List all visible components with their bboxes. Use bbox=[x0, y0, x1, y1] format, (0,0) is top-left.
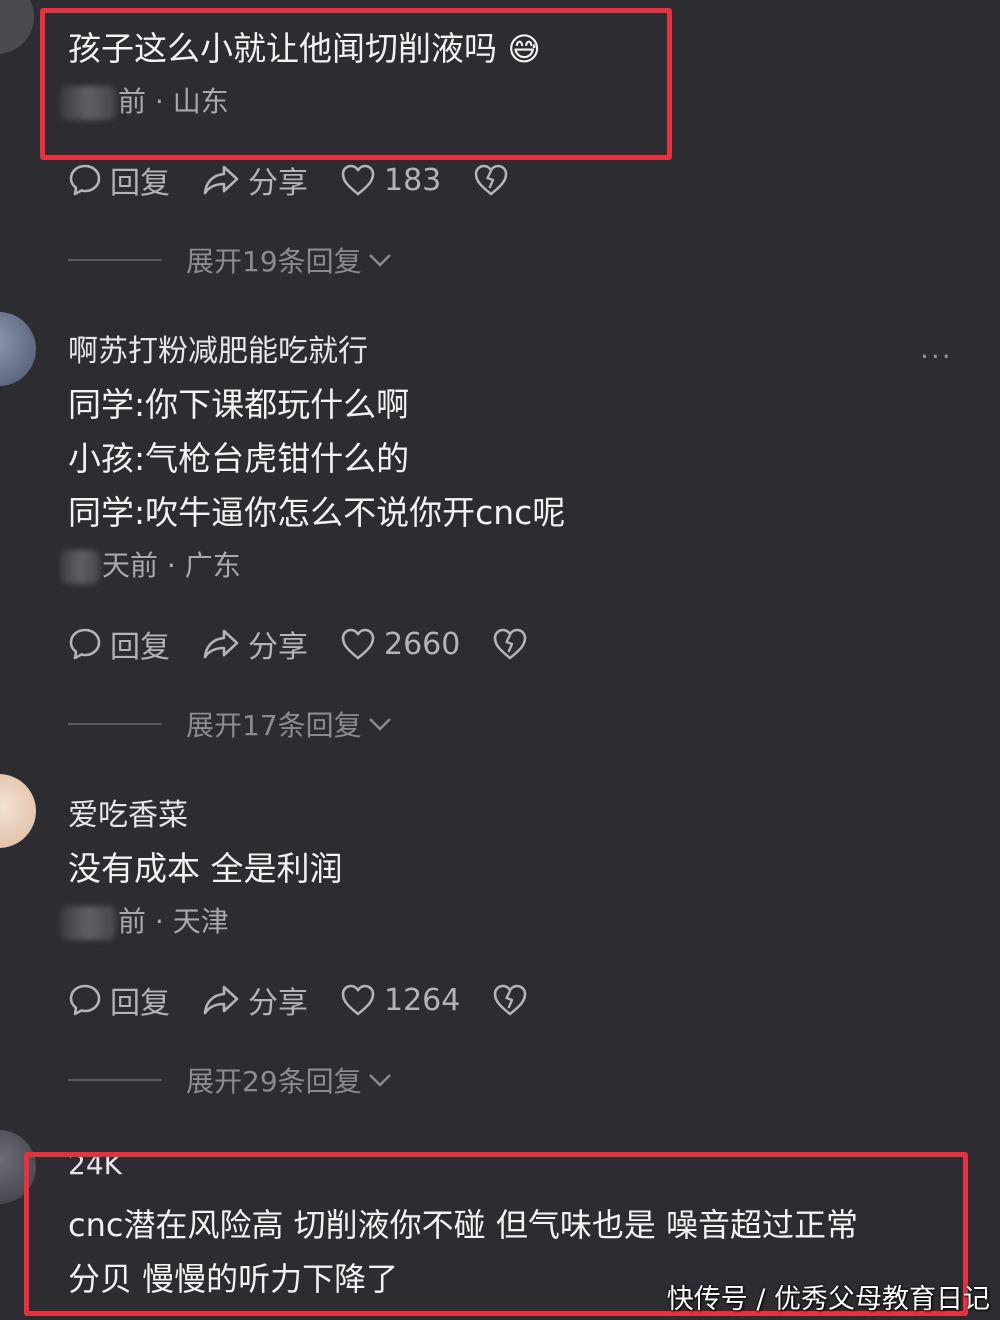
divider bbox=[68, 259, 162, 261]
divider bbox=[68, 723, 162, 725]
comment-text-line: 同学:吹牛逼你怎么不说你开cnc呢 bbox=[68, 493, 566, 532]
comment-text-line: 分贝 慢慢的听力下降了 bbox=[68, 1260, 399, 1298]
share-arrow-icon bbox=[203, 165, 239, 195]
comment-text-line: 同学:你下课都玩什么啊 bbox=[68, 385, 410, 424]
dislike-button[interactable] bbox=[492, 627, 536, 661]
comment-text: 孩子这么小就让他闻切削液吗 😅 bbox=[68, 29, 541, 68]
grin-sweat-emoji-icon: 😅 bbox=[507, 30, 541, 68]
blurred-time bbox=[60, 86, 116, 120]
heart-icon bbox=[341, 628, 375, 660]
dislike-button[interactable] bbox=[473, 163, 517, 197]
comment-actions: 回复 分享 2660 bbox=[68, 622, 568, 666]
like-count: 1264 bbox=[384, 982, 461, 1018]
comment-actions: 回复 分享 1264 bbox=[68, 978, 568, 1022]
comment-username[interactable]: 啊苏打粉减肥能吃就行 bbox=[68, 326, 368, 370]
like-button[interactable]: 183 bbox=[340, 163, 441, 198]
like-count: 183 bbox=[384, 162, 442, 198]
share-arrow-icon bbox=[203, 985, 239, 1015]
blurred-time bbox=[60, 906, 116, 940]
comment-text-line: 没有成本 全是利润 bbox=[68, 849, 343, 888]
watermark: 快传号 / 优秀父母教育日记 bbox=[666, 1284, 990, 1315]
comment-username[interactable]: 24K bbox=[68, 1148, 122, 1181]
reply-bubble-icon bbox=[69, 984, 101, 1016]
comment-meta: 前 · 天津 bbox=[60, 902, 229, 942]
expand-replies-button[interactable]: 展开17条回复 bbox=[68, 704, 392, 744]
reply-button[interactable]: 回复 bbox=[68, 622, 170, 666]
more-options-button[interactable]: ··· bbox=[920, 340, 953, 373]
reply-button[interactable]: 回复 bbox=[68, 978, 170, 1022]
expand-replies-button[interactable]: 展开29条回复 bbox=[68, 1060, 392, 1100]
reply-bubble-icon bbox=[69, 164, 101, 196]
reply-bubble-icon bbox=[69, 628, 101, 660]
blurred-time bbox=[60, 550, 100, 584]
broken-heart-icon bbox=[494, 984, 527, 1016]
divider bbox=[68, 1079, 162, 1081]
heart-icon bbox=[341, 984, 375, 1016]
share-button[interactable]: 分享 bbox=[202, 622, 308, 666]
comment-actions: 回复 分享 183 bbox=[68, 158, 549, 202]
comment-text-line: cnc潜在风险高 切削液你不碰 但气味也是 噪音超过正常 bbox=[68, 1206, 858, 1244]
like-button[interactable]: 1264 bbox=[340, 983, 460, 1018]
comment-username[interactable]: 爱吃香菜 bbox=[68, 790, 188, 834]
share-arrow-icon bbox=[203, 629, 239, 659]
chevron-down-icon bbox=[368, 254, 391, 267]
heart-icon bbox=[341, 164, 375, 196]
share-button[interactable]: 分享 bbox=[202, 158, 308, 202]
comment-text-line: 小孩:气枪台虎钳什么的 bbox=[68, 439, 410, 478]
comment-meta: 天前 · 广东 bbox=[60, 546, 241, 586]
comment-meta: 前 · 山东 bbox=[60, 82, 229, 122]
broken-heart-icon bbox=[474, 164, 508, 196]
expand-replies-button[interactable]: 展开19条回复 bbox=[68, 240, 392, 280]
avatar[interactable] bbox=[0, 774, 36, 848]
broken-heart-icon bbox=[494, 628, 527, 660]
chevron-down-icon bbox=[368, 718, 391, 731]
avatar[interactable] bbox=[0, 312, 36, 386]
like-count: 2660 bbox=[384, 626, 461, 662]
reply-button[interactable]: 回复 bbox=[68, 158, 170, 202]
avatar[interactable] bbox=[0, 0, 34, 54]
like-button[interactable]: 2660 bbox=[340, 627, 460, 662]
avatar[interactable] bbox=[0, 1130, 36, 1204]
share-button[interactable]: 分享 bbox=[202, 978, 308, 1022]
dislike-button[interactable] bbox=[492, 983, 536, 1017]
chevron-down-icon bbox=[368, 1074, 391, 1087]
